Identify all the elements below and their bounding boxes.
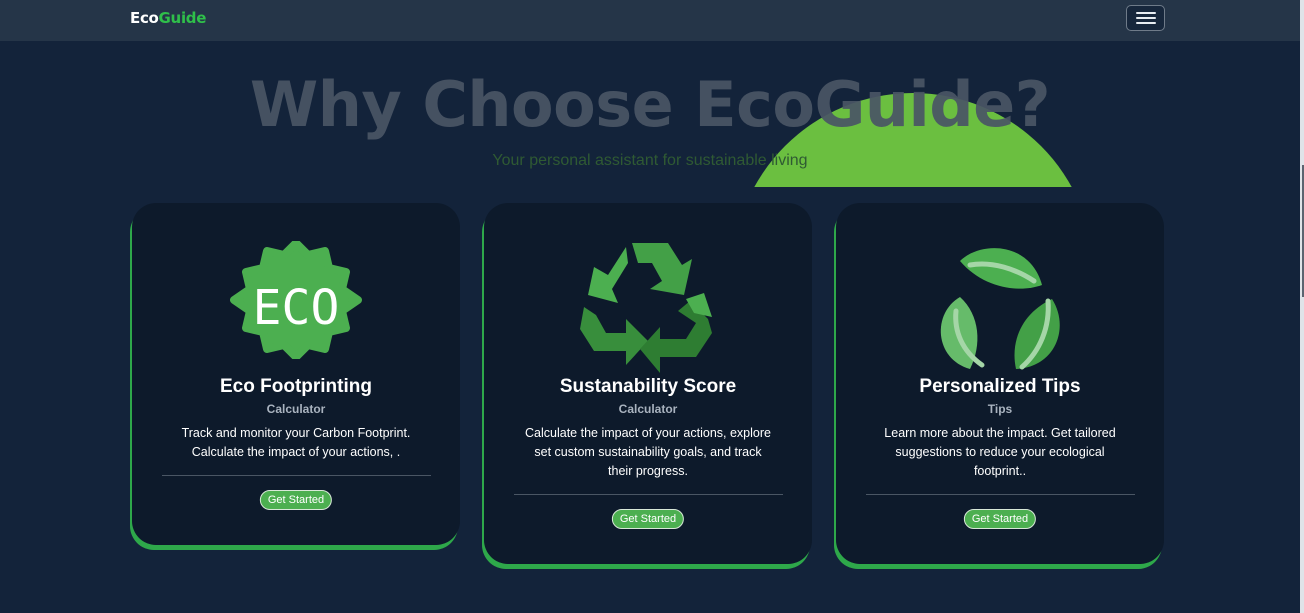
brand-text-guide: Guide xyxy=(158,9,207,27)
eco-badge-icon: ECO xyxy=(230,241,362,359)
card-icon-container xyxy=(484,241,812,373)
card-title: Eco Footprinting xyxy=(220,376,372,397)
navbar: EcoGuide xyxy=(0,0,1300,41)
get-started-button[interactable]: Get Started xyxy=(611,509,685,529)
brand-logo[interactable]: EcoGuide xyxy=(130,9,206,27)
get-started-button[interactable]: Get Started xyxy=(963,509,1037,529)
card-divider xyxy=(866,494,1135,495)
hamburger-icon-middle xyxy=(1136,17,1156,19)
feature-card-sustainability-score: Sustanability Score Calculator Calculate… xyxy=(484,203,812,564)
card-description-line: Calculate the impact of your actions, ex… xyxy=(525,426,771,440)
scrollbar-track[interactable] xyxy=(1300,0,1304,613)
card-subtitle: Calculator xyxy=(618,402,678,416)
feature-card-eco-footprinting: ECO Eco Footprinting Calculator Track an… xyxy=(132,203,460,545)
card-description-line: footprint.. xyxy=(973,464,1027,478)
get-started-button[interactable]: Get Started xyxy=(259,490,333,510)
card-description: Calculate the impact of your actions, ex… xyxy=(514,424,782,481)
brand-text-eco: Eco xyxy=(130,9,159,27)
card-subtitle: Calculator xyxy=(266,402,326,416)
card-divider xyxy=(162,475,431,476)
card-description-line: Track and monitor your Carbon Footprint. xyxy=(181,426,411,440)
card-divider xyxy=(514,494,783,495)
card-description: Learn more about the impact. Get tailore… xyxy=(866,424,1134,481)
menu-toggle-button[interactable] xyxy=(1126,5,1165,31)
feature-card-personalized-tips: Personalized Tips Tips Learn more about … xyxy=(836,203,1164,564)
card-description-line: set custom sustainability goals, and tra… xyxy=(534,445,762,459)
card-subtitle: Tips xyxy=(987,402,1013,416)
card-description-line: suggestions to reduce your ecological xyxy=(895,445,1105,459)
card-description-line: their progress. xyxy=(608,464,688,478)
hero-title: Why Choose EcoGuide? xyxy=(249,68,1051,141)
leaves-icon xyxy=(940,248,1060,370)
eco-badge-text: ECO xyxy=(253,280,340,336)
recycle-icon xyxy=(580,243,712,373)
card-description: Track and monitor your Carbon Footprint.… xyxy=(162,424,430,462)
card-icon-container xyxy=(836,241,1164,371)
hamburger-icon-bottom xyxy=(1136,22,1156,24)
hamburger-icon xyxy=(1136,12,1156,14)
card-description-line: Calculate the impact of your actions, . xyxy=(191,445,401,459)
card-title: Personalized Tips xyxy=(919,376,1081,397)
hero-subtitle: Your personal assistant for sustainable … xyxy=(492,152,808,169)
card-title: Sustanability Score xyxy=(559,376,737,397)
card-description-line: Learn more about the impact. Get tailore… xyxy=(884,426,1116,440)
card-icon-container: ECO xyxy=(132,241,460,371)
